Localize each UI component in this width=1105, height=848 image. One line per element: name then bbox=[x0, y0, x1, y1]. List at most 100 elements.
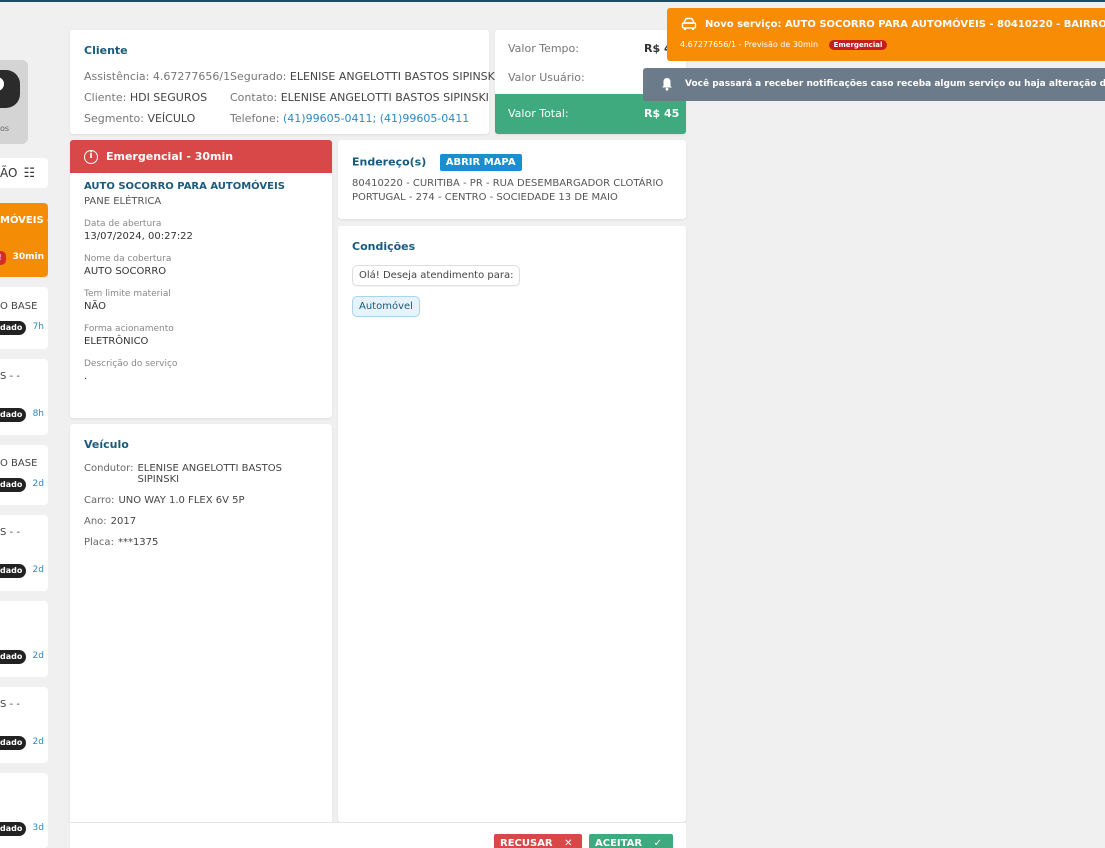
toast-subtitle-text: 4.67277656/1 - Previsão de 30min bbox=[680, 40, 819, 49]
limite-material-label: Tem limite material bbox=[84, 289, 171, 299]
ano-value: 2017 bbox=[110, 516, 137, 527]
cliente-panel: Cliente Assistência: 4.67277656/1 Client… bbox=[70, 30, 498, 134]
service-card-time: 2d bbox=[32, 565, 44, 575]
service-card-status-badge: dado bbox=[0, 822, 27, 836]
service-card-status-badge: dado bbox=[0, 736, 27, 750]
endereco-title: Endereço(s) bbox=[352, 155, 427, 169]
filter-label: ÃO bbox=[0, 166, 18, 180]
accept-button[interactable]: ACEITAR ✓ bbox=[589, 834, 673, 848]
info-toast-text: Você passará a receber notificações caso… bbox=[685, 79, 1105, 89]
service-name: AUTO SOCORRO PARA AUTOMÓVEIS bbox=[84, 181, 285, 192]
service-card-time: 30min bbox=[12, 252, 44, 262]
service-card-title: S - - bbox=[0, 371, 20, 382]
service-card[interactable]: O BASE dado 2d bbox=[0, 445, 48, 505]
placa-value: ***1375 bbox=[117, 537, 159, 548]
condition-option-chip[interactable]: Automóvel bbox=[352, 296, 420, 317]
reject-button-label: RECUSAR bbox=[500, 838, 553, 848]
valor-total-label: Valor Total: bbox=[508, 107, 569, 120]
telefone-label: Telefone: bbox=[230, 112, 280, 125]
car-icon bbox=[681, 17, 697, 30]
service-card[interactable]: dado 2d bbox=[0, 601, 48, 677]
service-card-time: 2d bbox=[32, 737, 44, 747]
descricao-label: Descrição do serviço bbox=[84, 359, 178, 369]
service-subtype: PANE ELÉTRICA bbox=[84, 196, 162, 207]
data-abertura-value: 13/07/2024, 00:27:22 bbox=[84, 231, 193, 242]
emergency-header: i Emergencial - 30min bbox=[70, 140, 332, 173]
reject-button[interactable]: RECUSAR ✕ bbox=[494, 834, 582, 848]
close-icon: ✕ bbox=[564, 838, 573, 848]
segurado-label: Segurado: bbox=[230, 70, 287, 83]
service-card-time: 8h bbox=[32, 409, 44, 419]
service-list-sidebar: 8 os ÃO ☷ MÓVEIS - ! 30min O BASE dado 7… bbox=[0, 0, 52, 848]
veiculo-panel: Veículo Condutor: ELENISE ANGELOTTI BAST… bbox=[70, 424, 332, 824]
address-line-1: 80410220 - CURITIBA - PR - RUA DESEMBARG… bbox=[352, 178, 664, 189]
service-card-status-badge: dado bbox=[0, 650, 27, 664]
sliders-icon: ☷ bbox=[23, 165, 36, 181]
segmento-label: Segmento: bbox=[84, 112, 144, 125]
services-count-badge: 8 bbox=[0, 77, 4, 91]
service-card[interactable]: O BASE dado 7h bbox=[0, 287, 48, 349]
segurado-value: ELENISE ANGELOTTI BASTOS SIPINSKI bbox=[289, 70, 499, 83]
services-counter-card[interactable]: 8 os bbox=[0, 60, 28, 144]
service-card-title: O BASE bbox=[0, 301, 38, 312]
notifications-info-toast[interactable]: Você passará a receber notificações caso… bbox=[643, 68, 1105, 101]
emergency-header-text: Emergencial - 30min bbox=[106, 150, 234, 163]
service-card-status-badge: ! bbox=[0, 251, 6, 265]
service-card-time: 3d bbox=[32, 823, 44, 833]
service-card[interactable]: S - - dado 8h bbox=[0, 359, 48, 435]
services-counter-label: os bbox=[0, 124, 10, 133]
filter-button[interactable]: ÃO ☷ bbox=[0, 158, 48, 188]
cliente-value: HDI SEGUROS bbox=[129, 91, 208, 104]
top-bar bbox=[0, 0, 1105, 2]
service-card-time: 2d bbox=[32, 651, 44, 661]
forma-acionamento-value: ELETRÔNICO bbox=[84, 336, 149, 347]
service-card[interactable]: S - - dado 2d bbox=[0, 515, 48, 591]
carro-value: UNO WAY 1.0 FLEX 6V 5P bbox=[118, 495, 245, 506]
cobertura-value: AUTO SOCORRO bbox=[84, 266, 167, 277]
service-card-active[interactable]: MÓVEIS - ! 30min bbox=[0, 203, 48, 277]
telefone-link[interactable]: (41)99605-0411; (41)99605-0411 bbox=[283, 112, 469, 125]
condition-question: Olá! Deseja atendimento para: bbox=[352, 265, 521, 286]
service-card[interactable]: dado 3d bbox=[0, 773, 48, 848]
action-footer: RECUSAR ✕ ACEITAR ✓ bbox=[70, 822, 686, 848]
service-card-status-badge: dado bbox=[0, 564, 27, 578]
service-card-title: O BASE bbox=[0, 458, 38, 469]
segmento-value: VEÍCULO bbox=[147, 112, 196, 125]
info-circle-icon: i bbox=[84, 149, 98, 164]
condutor-value: ELENISE ANGELOTTI BASTOS SIPINSKI bbox=[137, 463, 282, 485]
service-card-status-badge: dado bbox=[0, 321, 27, 335]
contato-value: ELENISE ANGELOTTI BASTOS SIPINSKI bbox=[280, 91, 489, 104]
veiculo-title: Veículo bbox=[84, 438, 129, 451]
forma-acionamento-label: Forma acionamento bbox=[84, 324, 174, 334]
check-icon: ✓ bbox=[653, 838, 662, 848]
condutor-label: Condutor: bbox=[84, 463, 134, 474]
service-card-title: S - - bbox=[0, 527, 20, 538]
service-card-status-badge: dado bbox=[0, 408, 27, 422]
service-details-panel: i Emergencial - 30min AUTO SOCORRO PARA … bbox=[70, 140, 332, 418]
cobertura-label: Nome da cobertura bbox=[84, 254, 172, 264]
service-card-title: S - - bbox=[0, 699, 20, 710]
service-card-title: MÓVEIS - bbox=[0, 215, 48, 226]
service-card-status-badge: dado bbox=[0, 478, 27, 492]
descricao-value: . bbox=[84, 371, 88, 382]
services-icon: 8 bbox=[0, 70, 20, 108]
address-line-2: PORTUGAL - 274 - CENTRO - SOCIEDADE 13 D… bbox=[352, 192, 618, 203]
condicoes-panel: Condições Olá! Deseja atendimento para: … bbox=[338, 226, 686, 822]
open-map-button[interactable]: ABRIR MAPA bbox=[439, 154, 522, 171]
assistencia-value: 4.67277656/1 bbox=[152, 70, 231, 83]
new-service-toast[interactable]: Novo serviço: AUTO SOCORRO PARA AUTOMÓVE… bbox=[667, 8, 1105, 61]
valor-usuario-label: Valor Usuário: bbox=[508, 71, 585, 84]
service-card-time: 7h bbox=[32, 322, 44, 332]
service-card-time: 2d bbox=[32, 479, 44, 489]
accept-button-label: ACEITAR bbox=[595, 838, 643, 848]
cliente-label: Cliente: bbox=[84, 91, 127, 104]
contato-label: Contato: bbox=[230, 91, 278, 104]
ano-label: Ano: bbox=[84, 516, 107, 527]
carro-label: Carro: bbox=[84, 495, 115, 506]
assistencia-label: Assistência: bbox=[84, 70, 150, 83]
valor-total-value: R$ 45 bbox=[644, 107, 680, 120]
data-abertura-label: Data de abertura bbox=[84, 219, 162, 229]
toast-title: Novo serviço: AUTO SOCORRO PARA AUTOMÓVE… bbox=[705, 19, 1105, 30]
condicoes-title: Condições bbox=[352, 240, 416, 253]
service-card[interactable]: S - - dado 2d bbox=[0, 687, 48, 763]
